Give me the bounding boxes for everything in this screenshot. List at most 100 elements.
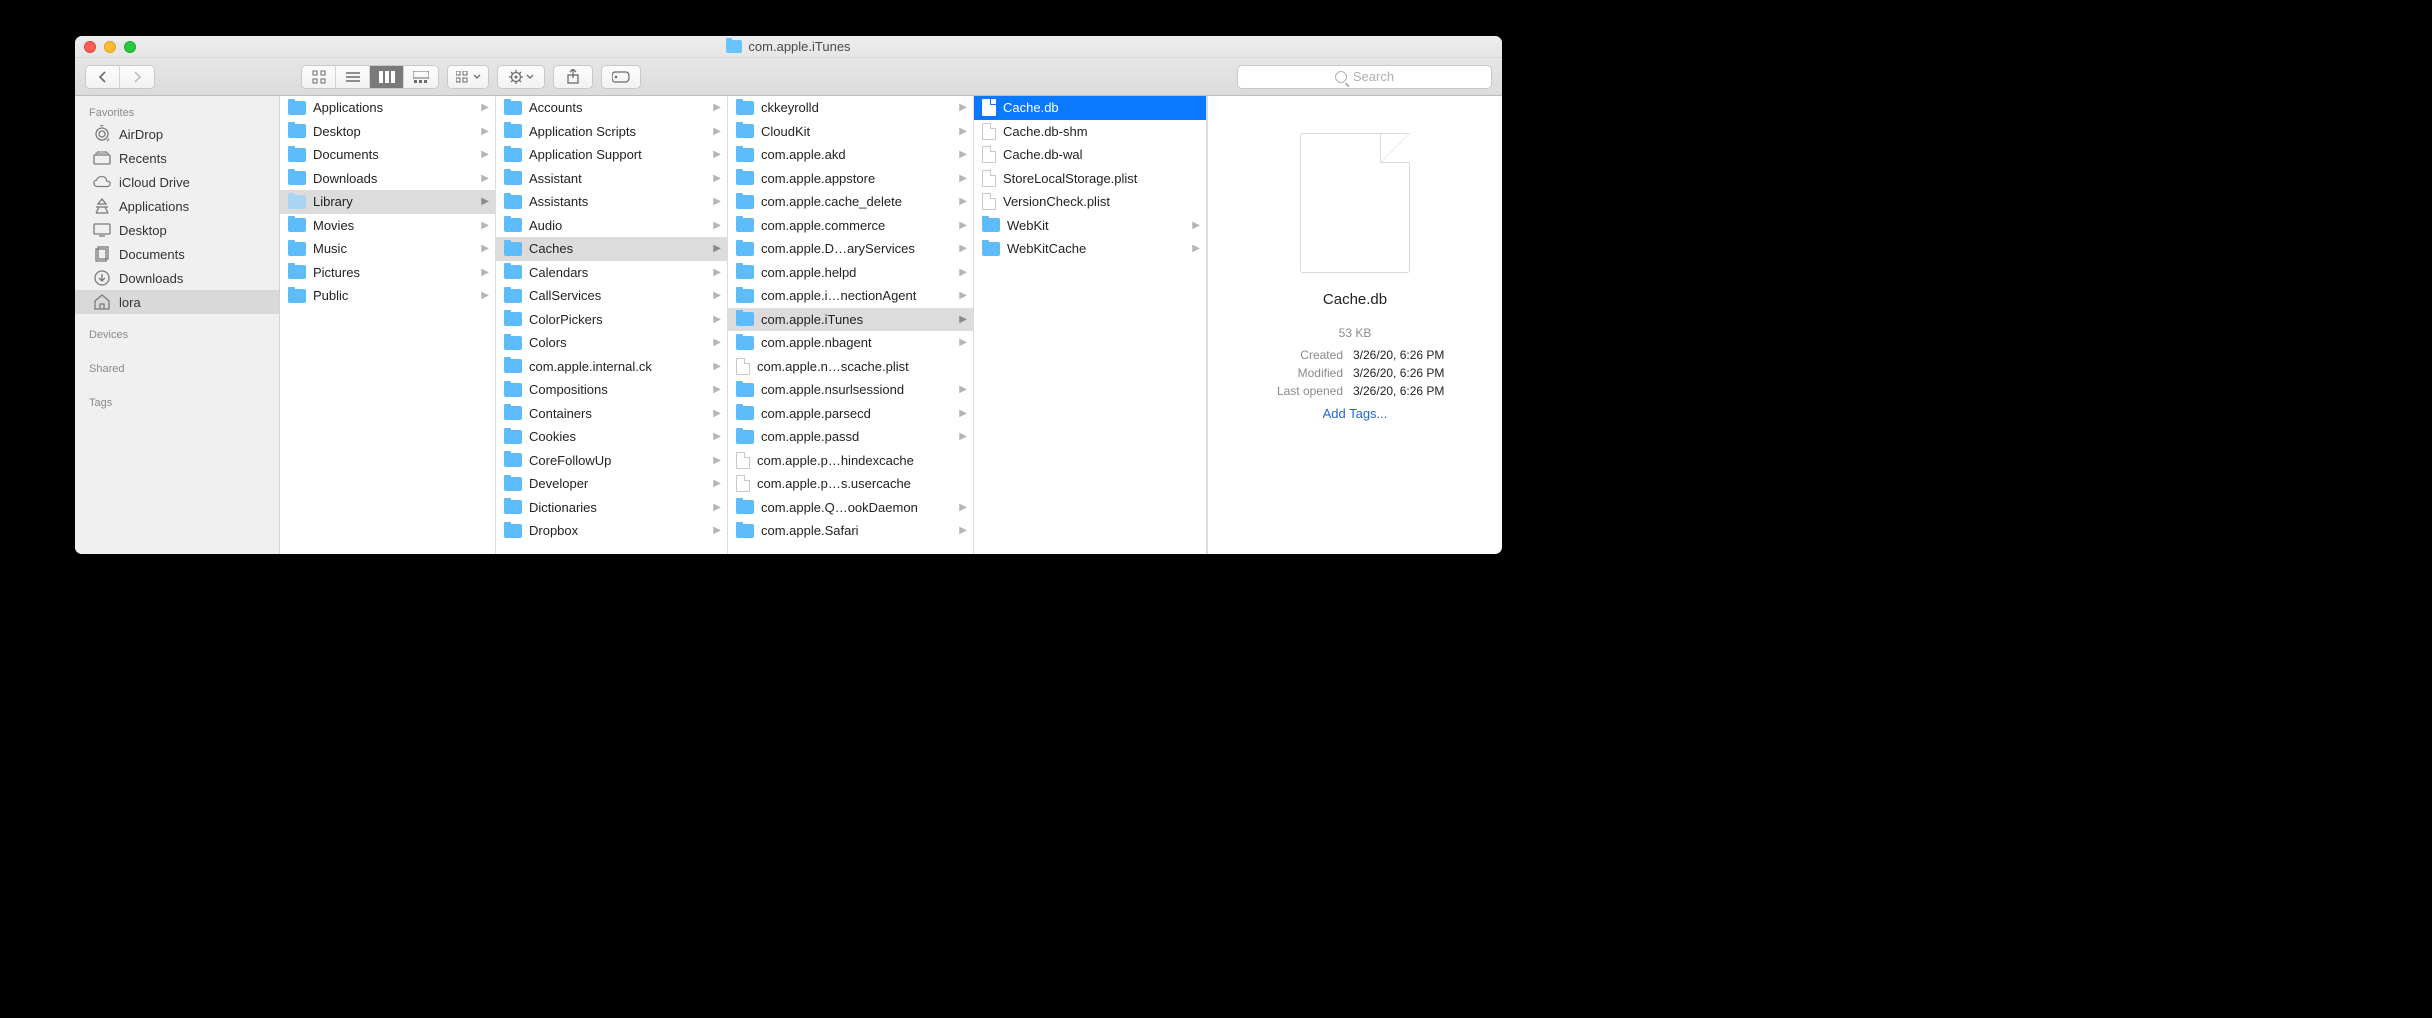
- list-item[interactable]: com.apple.helpd▶: [728, 261, 973, 285]
- list-item[interactable]: Documents▶: [280, 143, 495, 167]
- minimize-button[interactable]: [104, 41, 116, 53]
- column-1[interactable]: Accounts▶Application Scripts▶Application…: [496, 96, 728, 554]
- list-item[interactable]: WebKitCache▶: [974, 237, 1206, 261]
- arrange-button[interactable]: [448, 66, 488, 88]
- folder-icon: [736, 242, 754, 256]
- list-item[interactable]: Accounts▶: [496, 96, 727, 120]
- list-item[interactable]: ColorPickers▶: [496, 308, 727, 332]
- item-name: Cache.db-shm: [1003, 124, 1200, 139]
- recents-icon: [93, 149, 111, 167]
- list-item[interactable]: WebKit▶: [974, 214, 1206, 238]
- list-item[interactable]: com.apple.D…aryServices▶: [728, 237, 973, 261]
- list-item[interactable]: Dropbox▶: [496, 519, 727, 543]
- tags-button[interactable]: [601, 65, 641, 89]
- sidebar-item-icloud-drive[interactable]: iCloud Drive: [75, 170, 279, 194]
- add-tags-button[interactable]: Add Tags...: [1323, 406, 1388, 421]
- list-item[interactable]: com.apple.iTunes▶: [728, 308, 973, 332]
- sidebar-item-label: Applications: [119, 199, 189, 214]
- list-item[interactable]: Movies▶: [280, 214, 495, 238]
- list-item[interactable]: com.apple.p…hindexcache: [728, 449, 973, 473]
- list-item[interactable]: com.apple.internal.ck▶: [496, 355, 727, 379]
- list-item[interactable]: Dictionaries▶: [496, 496, 727, 520]
- list-item[interactable]: com.apple.appstore▶: [728, 167, 973, 191]
- close-button[interactable]: [84, 41, 96, 53]
- list-item[interactable]: Public▶: [280, 284, 495, 308]
- list-item[interactable]: VersionCheck.plist: [974, 190, 1206, 214]
- list-item[interactable]: com.apple.nbagent▶: [728, 331, 973, 355]
- list-item[interactable]: com.apple.Safari▶: [728, 519, 973, 543]
- list-item[interactable]: com.apple.i…nectionAgent▶: [728, 284, 973, 308]
- column-view-button[interactable]: [370, 66, 404, 88]
- list-item[interactable]: Cache.db-wal: [974, 143, 1206, 167]
- list-item[interactable]: Cookies▶: [496, 425, 727, 449]
- list-item[interactable]: Assistant▶: [496, 167, 727, 191]
- list-item[interactable]: Cache.db: [974, 96, 1206, 120]
- share-button[interactable]: [553, 65, 593, 89]
- list-item[interactable]: Application Scripts▶: [496, 120, 727, 144]
- list-item[interactable]: CoreFollowUp▶: [496, 449, 727, 473]
- list-item[interactable]: com.apple.Q…ookDaemon▶: [728, 496, 973, 520]
- sidebar-item-lora[interactable]: lora: [75, 290, 279, 314]
- list-item[interactable]: com.apple.p…s.usercache: [728, 472, 973, 496]
- action-button[interactable]: [497, 65, 545, 89]
- item-name: com.apple.passd: [761, 429, 952, 444]
- list-item[interactable]: Downloads▶: [280, 167, 495, 191]
- zoom-button[interactable]: [124, 41, 136, 53]
- item-name: ckkeyrolld: [761, 100, 952, 115]
- sidebar-item-desktop[interactable]: Desktop: [75, 218, 279, 242]
- list-item[interactable]: Music▶: [280, 237, 495, 261]
- folder-icon: [504, 524, 522, 538]
- folder-icon: [736, 430, 754, 444]
- column-0[interactable]: Applications▶Desktop▶Documents▶Downloads…: [280, 96, 496, 554]
- list-item[interactable]: Pictures▶: [280, 261, 495, 285]
- list-item[interactable]: Application Support▶: [496, 143, 727, 167]
- list-item[interactable]: ckkeyrolld▶: [728, 96, 973, 120]
- list-item[interactable]: Assistants▶: [496, 190, 727, 214]
- toolbar: Search: [75, 58, 1502, 96]
- documents-icon: [93, 245, 111, 263]
- column-3[interactable]: Cache.db Cache.db-shm Cache.db-walStoreLoc…: [974, 96, 1207, 554]
- chevron-right-icon: ▶: [713, 478, 721, 489]
- icon-view-button[interactable]: [302, 66, 336, 88]
- list-item[interactable]: com.apple.nsurlsessiond▶: [728, 378, 973, 402]
- folder-icon: [288, 289, 306, 303]
- window-title-text: com.apple.iTunes: [748, 39, 850, 54]
- chevron-right-icon: ▶: [481, 149, 489, 160]
- list-item[interactable]: Containers▶: [496, 402, 727, 426]
- list-item[interactable]: Caches▶: [496, 237, 727, 261]
- metadata-label: Last opened: [1228, 384, 1343, 398]
- back-button[interactable]: [86, 66, 120, 88]
- list-item[interactable]: com.apple.parsecd▶: [728, 402, 973, 426]
- sidebar-item-airdrop[interactable]: AirDrop: [75, 122, 279, 146]
- list-item[interactable]: Developer▶: [496, 472, 727, 496]
- list-item[interactable]: com.apple.n…scache.plist: [728, 355, 973, 379]
- list-item[interactable]: Calendars▶: [496, 261, 727, 285]
- forward-button[interactable]: [120, 66, 154, 88]
- column-2[interactable]: ckkeyrolld▶CloudKit▶com.apple.akd▶com.ap…: [728, 96, 974, 554]
- sidebar-item-downloads[interactable]: Downloads: [75, 266, 279, 290]
- list-item[interactable]: CallServices▶: [496, 284, 727, 308]
- list-item[interactable]: CloudKit▶: [728, 120, 973, 144]
- sidebar-item-label: lora: [119, 295, 141, 310]
- sidebar-item-label: Recents: [119, 151, 167, 166]
- list-item[interactable]: Library▶: [280, 190, 495, 214]
- list-item[interactable]: Compositions▶: [496, 378, 727, 402]
- sidebar-item-applications[interactable]: Applications: [75, 194, 279, 218]
- list-item[interactable]: Cache.db-shm: [974, 120, 1206, 144]
- list-item[interactable]: Applications▶: [280, 96, 495, 120]
- list-item[interactable]: com.apple.commerce▶: [728, 214, 973, 238]
- list-item[interactable]: Audio▶: [496, 214, 727, 238]
- sidebar-item-documents[interactable]: Documents: [75, 242, 279, 266]
- list-item[interactable]: com.apple.passd▶: [728, 425, 973, 449]
- list-item[interactable]: Desktop▶: [280, 120, 495, 144]
- chevron-right-icon: ▶: [713, 220, 721, 231]
- list-item[interactable]: StoreLocalStorage.plist: [974, 167, 1206, 191]
- gallery-view-button[interactable]: [404, 66, 438, 88]
- sidebar-item-recents[interactable]: Recents: [75, 146, 279, 170]
- list-item[interactable]: com.apple.cache_delete▶: [728, 190, 973, 214]
- search-input[interactable]: Search: [1237, 65, 1492, 89]
- list-item[interactable]: com.apple.akd▶: [728, 143, 973, 167]
- list-view-button[interactable]: [336, 66, 370, 88]
- folder-icon: [288, 218, 306, 232]
- list-item[interactable]: Colors▶: [496, 331, 727, 355]
